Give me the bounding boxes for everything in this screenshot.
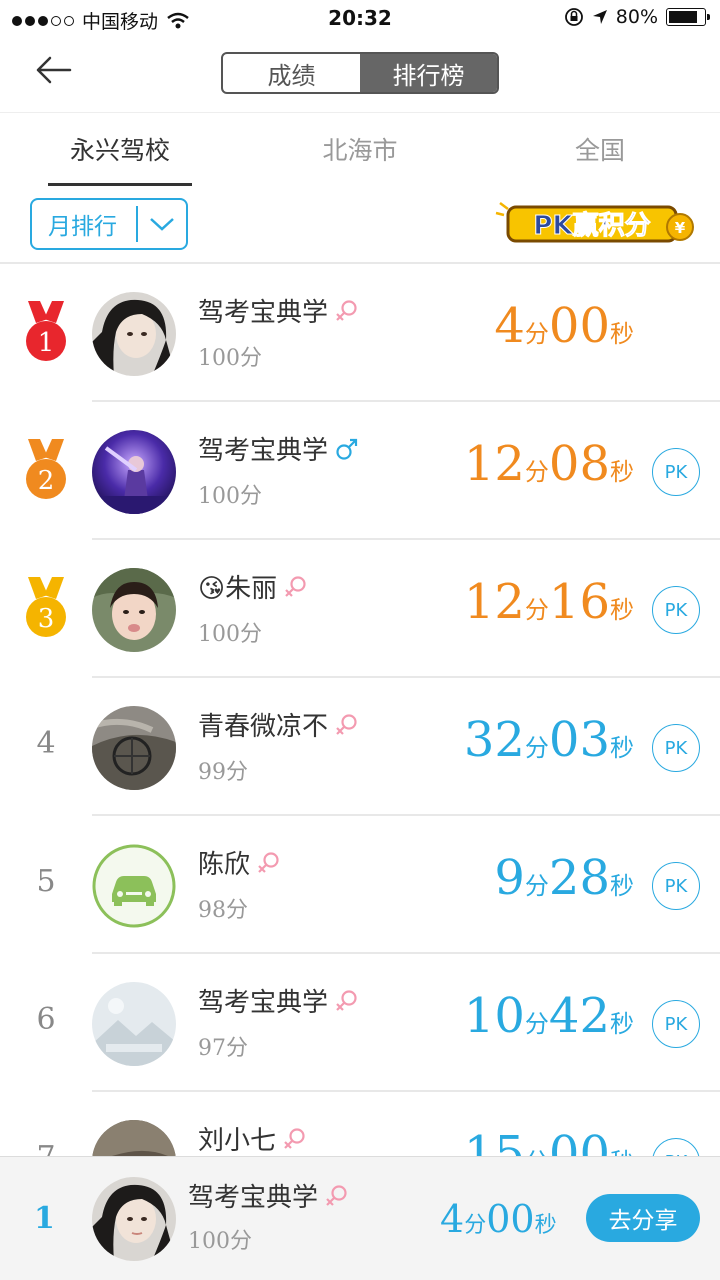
avatar[interactable] — [92, 430, 176, 514]
my-rank-number: 1 — [34, 1201, 55, 1236]
user-name: 青春微凉不 — [198, 712, 329, 742]
pk-button[interactable]: PK — [652, 862, 700, 910]
name-line: 刘小七 — [198, 1120, 308, 1156]
completion-time: 12 分 16 秒 — [463, 574, 634, 630]
tab-national[interactable]: 全国 — [500, 131, 700, 167]
rotation-lock-icon — [564, 8, 583, 26]
female-icon — [336, 713, 357, 735]
avatar[interactable] — [92, 568, 176, 652]
avatar[interactable] — [92, 706, 176, 790]
battery-icon — [666, 8, 710, 26]
rank-number: 4 — [36, 726, 56, 761]
avatar[interactable] — [92, 1120, 176, 1156]
scope-tabs: 永兴驾校 北海市 全国 — [0, 112, 720, 186]
leaderboard-row[interactable]: 5 陈欣 98分 9 分 28 秒 PK — [0, 816, 720, 954]
user-score: 100分 — [198, 346, 262, 371]
share-button[interactable]: 去分享 — [586, 1194, 700, 1242]
completion-time: 12 分 08 秒 — [463, 436, 634, 492]
female-icon — [336, 989, 357, 1011]
medal-icon: 1 — [26, 301, 66, 361]
female-icon — [336, 299, 357, 321]
pk-button[interactable]: PK — [652, 586, 700, 634]
leaderboard-row[interactable]: 6 驾考宝典学 97分 10 分 42 秒 PK — [0, 954, 720, 1092]
location-arrow-icon — [592, 10, 607, 24]
pk-button[interactable]: PK — [652, 724, 700, 772]
rank-number: 5 — [36, 864, 56, 899]
battery-percent: 80% — [615, 6, 658, 28]
leaderboard-row[interactable]: 2 驾考宝典学 100分 12 分 08 秒 PK — [0, 402, 720, 540]
my-avatar[interactable] — [92, 1177, 176, 1261]
female-icon — [284, 1127, 305, 1149]
user-name: 刘小七 — [198, 1126, 277, 1156]
completion-time: 15分00秒 — [463, 1126, 634, 1156]
female-icon — [285, 575, 306, 597]
completion-time: 9 分 28 秒 — [494, 850, 634, 906]
leaderboard-list[interactable]: 1 驾考宝典学 100分 4 分 00 秒 2 驾考宝典学 100分 12 分 08 秒 PK 3 😘朱丽 100… — [0, 264, 720, 1156]
user-name: 驾考宝典学 — [198, 298, 329, 328]
user-score: 98分 — [198, 898, 248, 923]
medal-icon: 3 — [26, 577, 66, 637]
segment-leaderboard[interactable]: 排行榜 — [360, 54, 497, 92]
name-line: 😘朱丽 — [198, 568, 309, 605]
my-name-line: 驾考宝典学 — [188, 1177, 350, 1214]
name-line: 驾考宝典学 — [198, 430, 360, 467]
completion-time: 10 分 42 秒 — [463, 988, 634, 1044]
svg-text:¥: ¥ — [675, 219, 686, 237]
male-icon — [336, 438, 358, 460]
tab-indicator — [48, 183, 192, 186]
leaderboard-row[interactable]: 7 刘小七 15分00秒 PK — [0, 1092, 720, 1156]
medal-rank-number: 1 — [38, 328, 55, 358]
period-dropdown[interactable]: 月排行 — [30, 198, 188, 250]
status-bar: 中国移动 20:32 80% — [0, 0, 720, 36]
segment-scores[interactable]: 成绩 — [223, 54, 360, 92]
avatar[interactable] — [92, 982, 176, 1066]
my-rank-bar: 1 驾考宝典学 100分 4 分 00 秒 去分享 — [0, 1156, 720, 1280]
pk-button[interactable]: PK — [652, 1138, 700, 1156]
medal-icon: 2 — [26, 439, 66, 499]
leaderboard-row[interactable]: 1 驾考宝典学 100分 4 分 00 秒 — [0, 264, 720, 402]
female-icon — [326, 1184, 347, 1206]
medal-rank-number: 2 — [38, 466, 55, 496]
name-line: 陈欣 — [198, 844, 282, 881]
my-score: 100分 — [188, 1229, 252, 1254]
period-label: 月排行 — [48, 214, 117, 240]
user-score: 97分 — [198, 1036, 248, 1061]
header: 成绩 排行榜 — [0, 36, 720, 110]
rank-number: 7 — [22, 1140, 70, 1156]
name-line: 驾考宝典学 — [198, 292, 360, 329]
tab-city[interactable]: 北海市 — [260, 131, 460, 167]
female-icon — [258, 851, 279, 873]
user-name: 驾考宝典学 — [198, 988, 329, 1018]
pk-button[interactable]: PK — [652, 1000, 700, 1048]
avatar[interactable] — [92, 292, 176, 376]
status-right: 80% — [564, 6, 710, 28]
chevron-down-icon — [138, 216, 186, 232]
medal-rank-number: 3 — [38, 604, 55, 634]
completion-time: 32 分 03 秒 — [463, 712, 634, 768]
completion-time: 4 分 00 秒 — [494, 298, 634, 354]
my-time: 4 分 00 秒 — [440, 1197, 557, 1241]
my-name: 驾考宝典学 — [188, 1183, 319, 1213]
pk-points-banner[interactable]: PK赢积分 ¥ — [494, 199, 698, 247]
pk-button[interactable]: PK — [652, 448, 700, 496]
back-arrow-icon[interactable] — [30, 50, 78, 90]
pk-banner-text: PK赢积分 — [533, 210, 650, 241]
name-line: 驾考宝典学 — [198, 982, 360, 1019]
user-score: 100分 — [198, 622, 262, 647]
user-score: 99分 — [198, 760, 248, 785]
user-name: 陈欣 — [198, 850, 251, 880]
user-score: 100分 — [198, 484, 262, 509]
leaderboard-row[interactable]: 3 😘朱丽 100分 12 分 16 秒 PK — [0, 540, 720, 678]
tab-school[interactable]: 永兴驾校 — [20, 131, 220, 167]
segmented-control: 成绩 排行榜 — [221, 52, 499, 94]
user-name: 😘朱丽 — [198, 574, 278, 604]
user-name: 驾考宝典学 — [198, 436, 329, 466]
name-line: 青春微凉不 — [198, 706, 360, 743]
avatar[interactable] — [92, 844, 176, 928]
leaderboard-row[interactable]: 4 青春微凉不 99分 32 分 03 秒 PK — [0, 678, 720, 816]
rank-number: 6 — [36, 1002, 56, 1037]
